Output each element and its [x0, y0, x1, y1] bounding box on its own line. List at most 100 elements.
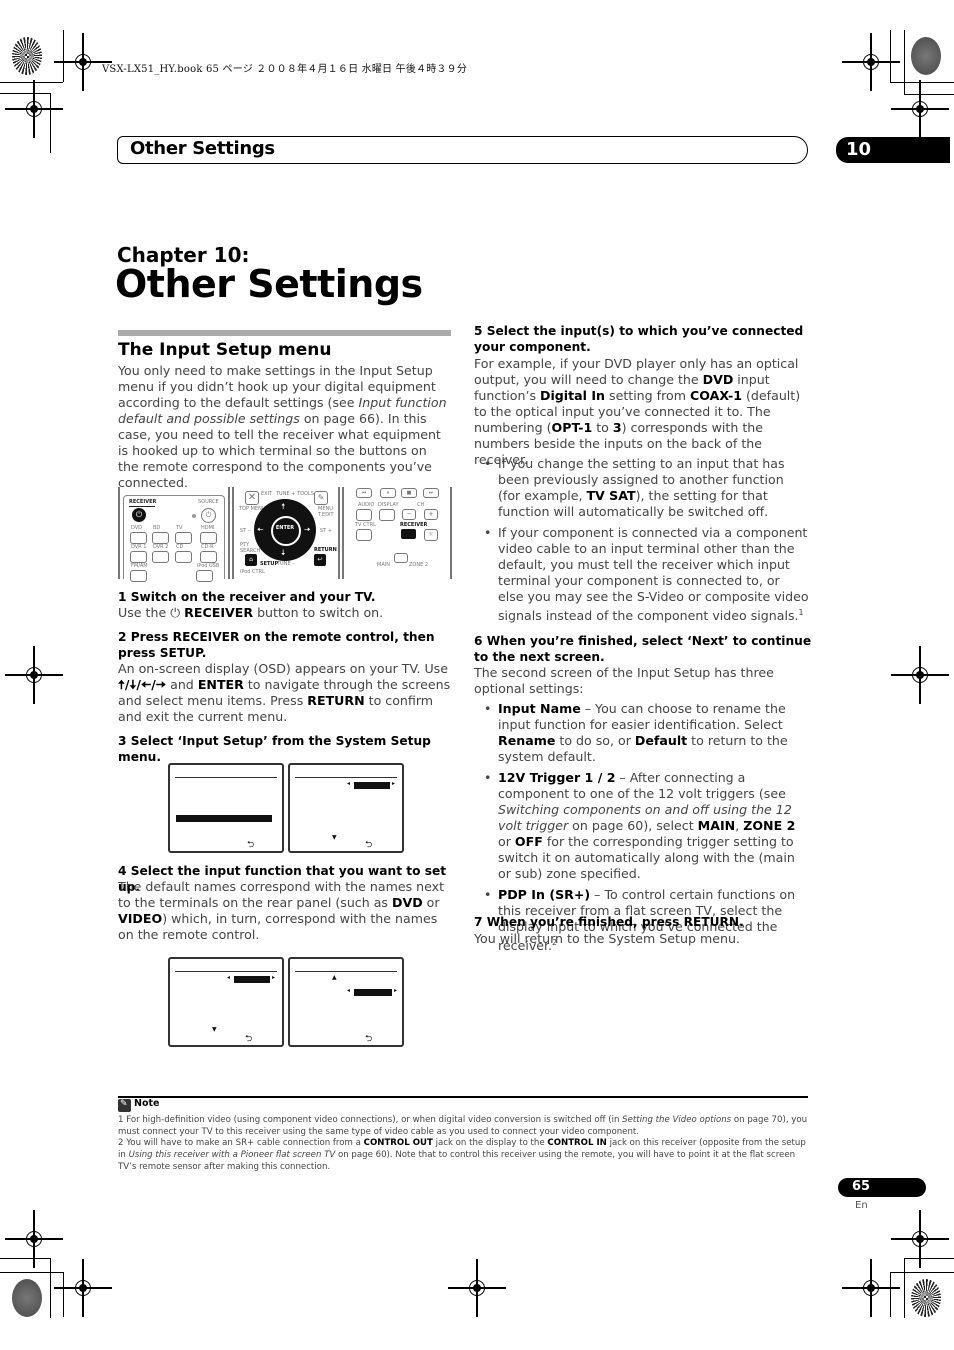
intro-paragraph: You only need to make settings in the In…	[118, 363, 447, 490]
note-label: Note	[134, 1098, 160, 1109]
step-7-heading: 7 When you’re finished, press RETURN.	[474, 915, 744, 929]
color-dial-bottom-left	[12, 1279, 42, 1317]
crop-line	[0, 93, 50, 94]
chapter-number: 10	[846, 139, 872, 160]
source-label-bd: BD	[153, 525, 161, 531]
left-arrow-icon: 🠄	[257, 525, 264, 534]
remote-panel-playback: ⏮ ⏸ ■ ⏭ AUDIO DISPLAY CH − + TV CTRL REC…	[342, 487, 452, 579]
pty-search-label: PTY SEARCH	[240, 542, 261, 554]
bullet-item: Input Name – You can choose to rename th…	[474, 701, 809, 765]
source-label-dvd: DVD	[131, 525, 143, 531]
osd-left-arrow-icon: ◂	[227, 974, 231, 981]
source-label-dvr-2: DVR 2	[153, 544, 169, 550]
return-icon: ⮌	[365, 840, 373, 850]
crop-line	[50, 1258, 51, 1318]
step-5-heading: 5 Select the input(s) to which you’ve co…	[474, 324, 804, 354]
receiver-label: RECEIVER	[129, 499, 157, 505]
crop-line	[0, 1272, 63, 1273]
page-language: En	[855, 1200, 868, 1211]
header-section-title: Other Settings	[130, 138, 275, 159]
source-button-cd-r	[200, 551, 217, 563]
registration-mark	[891, 80, 949, 138]
step-4-body: The default names correspond with the na…	[118, 879, 445, 942]
receiver-power-button: ⏻	[132, 508, 146, 522]
source-power-button: ⏻	[201, 508, 216, 523]
step-5-bullets: If you change the setting to an input th…	[474, 456, 809, 629]
note-rule	[118, 1096, 808, 1098]
footnote-1: 1 For high-definition video (using compo…	[118, 1115, 808, 1137]
crop-line	[904, 30, 905, 94]
up-arrow-icon: 🠅	[281, 502, 286, 511]
osd-screen-input-function: ◂ ▸ ▼ ⮌	[168, 957, 284, 1047]
source-button-tv	[175, 532, 192, 544]
osd-selected-value	[354, 989, 392, 996]
setup-label: SETUP	[260, 561, 279, 567]
stop-button: ■	[401, 488, 417, 498]
source-label-cd-r: CD-R	[201, 544, 214, 550]
source-label-tv: TV	[176, 525, 183, 531]
osd-left-arrow-icon: ◂	[347, 987, 351, 994]
display-label: DISPLAY	[378, 502, 399, 508]
step-6-heading: 6 When you’re finished, select ‘Next’ to…	[474, 634, 812, 664]
return-icon: ⮌	[247, 840, 255, 850]
source-label-dvr-1: DVR 1	[131, 544, 147, 550]
crop-line	[50, 93, 51, 153]
registration-mark	[891, 1210, 949, 1268]
setup-button: ⌂	[245, 554, 257, 566]
step-1-heading: 1 Switch on the receiver and your TV.	[118, 590, 376, 604]
color-dial-top-left	[12, 37, 42, 75]
crop-line	[63, 1272, 64, 1317]
step-2-body: An on-screen display (OSD) appears on yo…	[118, 661, 451, 724]
registration-mark	[5, 80, 63, 138]
section-rule	[118, 330, 451, 336]
remote-panel-navigation: ✕ EXIT TUNE + TOOLS ✎ TOP MENU MENU T.ED…	[232, 487, 340, 579]
color-dial-top-right	[911, 37, 941, 75]
osd-right-arrow-icon: ▸	[272, 974, 276, 981]
source-label-fm-am: FM/AM	[131, 563, 148, 569]
main-label: MAIN	[377, 562, 390, 568]
crop-line	[890, 82, 954, 83]
ch-minus-button: −	[402, 509, 416, 520]
return-icon: ⮌	[245, 1034, 253, 1044]
source-label: SOURCE	[198, 499, 219, 505]
registration-mark	[54, 33, 112, 91]
return-label: RETURN	[314, 547, 337, 553]
registration-mark	[842, 1259, 900, 1317]
t-edit-label: T.EDIT	[318, 512, 334, 518]
return-button: ↩	[314, 554, 326, 566]
bullet-item: If your component is connected via a com…	[474, 525, 809, 624]
st-plus-label: ST +	[320, 528, 333, 534]
pencil-icon: ✎	[118, 1099, 131, 1112]
osd-selected-item	[176, 815, 272, 822]
step-5-body: For example, if your DVD player only has…	[474, 356, 801, 467]
source-label-ipod-usb: iPod USB	[197, 563, 220, 569]
st-minus-label: ST –	[240, 528, 251, 534]
bullet-item: If you change the setting to an input th…	[474, 456, 809, 520]
footnote-2: 2 You will have to make an SR+ cable con…	[118, 1138, 806, 1172]
audio-button	[356, 509, 372, 521]
return-icon: ⮌	[365, 1034, 373, 1044]
tv-ctrl-label: TV CTRL	[355, 522, 376, 528]
audio-label: AUDIO	[358, 502, 375, 508]
tools-button: ✎	[314, 491, 328, 505]
crop-line	[890, 30, 891, 82]
next-button: ⏭	[423, 488, 439, 498]
tune-minus-label: TUNE –	[277, 561, 295, 567]
registration-mark	[5, 1210, 63, 1268]
osd-screen-digital-in: ▲ ◂ ▸ ⮌	[288, 957, 404, 1047]
light-button: ☼	[424, 529, 438, 541]
source-button-hdmi	[200, 532, 217, 544]
remote-panel-source: RECEIVER ⏻ SOURCE ⏻ DVD BD TV HDMI DVR 1 DVR …	[118, 487, 230, 582]
source-button-ipod-usb	[196, 570, 213, 582]
pause-button: ⏸	[380, 488, 396, 498]
ipod-ctrl-label: iPod CTRL	[240, 569, 265, 575]
exit-label: EXIT	[261, 491, 273, 497]
exit-button: ✕	[245, 491, 259, 505]
step-2-heading: 2 Press RECEIVER on the remote control, …	[118, 630, 435, 660]
registration-mark	[842, 33, 900, 91]
color-dial-bottom-right	[911, 1279, 941, 1317]
tv-ctrl-button	[356, 529, 372, 541]
step-6-body: The second screen of the Input Setup has…	[474, 665, 774, 696]
display-button	[379, 509, 395, 521]
crop-line	[0, 1258, 50, 1259]
